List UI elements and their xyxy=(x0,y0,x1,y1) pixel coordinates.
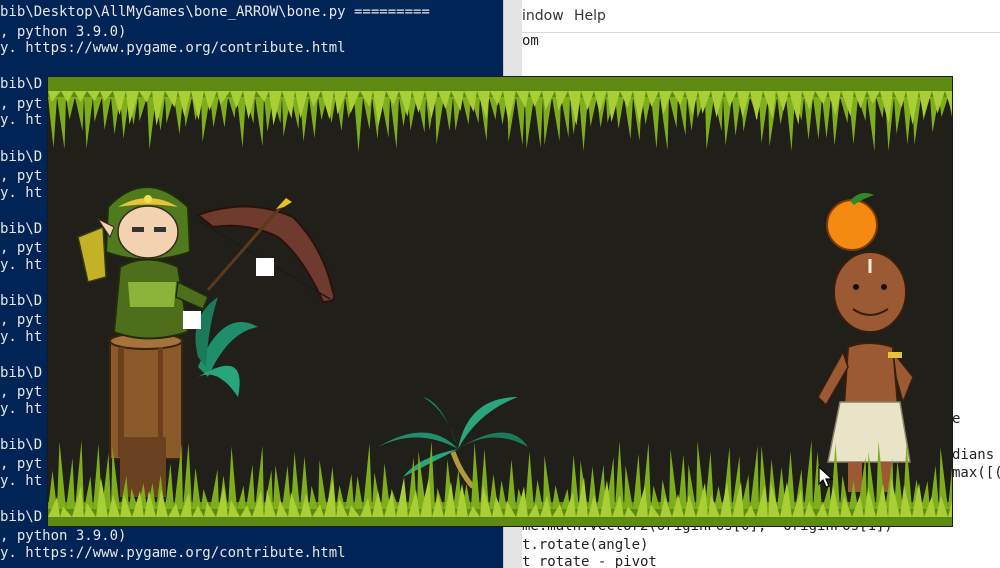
terminal-line: bib\D xyxy=(0,509,43,525)
terminal-line: bib\D xyxy=(0,149,43,165)
palm-tree xyxy=(378,397,528,489)
terminal-line: , pyt xyxy=(0,168,43,184)
top-grass xyxy=(48,77,952,152)
terminal-line: bib\Desktop\AllMyGames\bone_ARROW\bone.p… xyxy=(0,4,430,20)
game-window[interactable] xyxy=(48,77,952,526)
code-line: dians xyxy=(952,447,995,463)
target-man xyxy=(817,251,914,492)
collision-marker xyxy=(183,311,201,329)
mouse-pointer-icon xyxy=(818,466,834,488)
terminal-line: bib\D xyxy=(0,76,43,92)
terminal-line: y. https://www.pygame.org/contribute.htm… xyxy=(0,545,346,561)
code-line: om xyxy=(522,33,539,49)
code-line: t.rotate(angle) xyxy=(522,537,649,553)
orange xyxy=(826,193,878,251)
terminal-line: bib\D xyxy=(0,221,43,237)
menu-window[interactable]: indow xyxy=(522,8,564,24)
collision-marker xyxy=(256,258,274,276)
bottom-grass xyxy=(48,439,952,526)
terminal-line: , python 3.9.0) xyxy=(0,24,127,40)
code-line: t_rotate - pivot xyxy=(522,554,657,568)
menu-bar: indow Help xyxy=(522,0,1000,33)
tree-stump xyxy=(109,332,183,497)
terminal-line: , python 3.9.0) xyxy=(0,528,127,544)
terminal-line: bib\D xyxy=(0,437,43,453)
code-line: max([( xyxy=(952,465,1000,481)
terminal-line: y. ht xyxy=(0,329,43,345)
terminal-line: y. ht xyxy=(0,112,43,128)
terminal-line: bib\D xyxy=(0,293,43,309)
terminal-line: , pyt xyxy=(0,96,43,112)
terminal-line: , pyt xyxy=(0,456,43,472)
bow xyxy=(195,205,336,304)
terminal-line: bib\D xyxy=(0,365,43,381)
terminal-line: y. ht xyxy=(0,257,43,273)
palm-plant xyxy=(195,297,258,397)
terminal-line: y. ht xyxy=(0,401,43,417)
menu-help[interactable]: Help xyxy=(574,8,606,24)
terminal-line: , pyt xyxy=(0,384,43,400)
terminal-line: , pyt xyxy=(0,240,43,256)
code-line: e xyxy=(952,411,961,427)
terminal-line: , pyt xyxy=(0,312,43,328)
terminal-line: y. https://www.pygame.org/contribute.htm… xyxy=(0,40,346,56)
terminal-line: y. ht xyxy=(0,185,43,201)
terminal-line: y. ht xyxy=(0,473,43,489)
